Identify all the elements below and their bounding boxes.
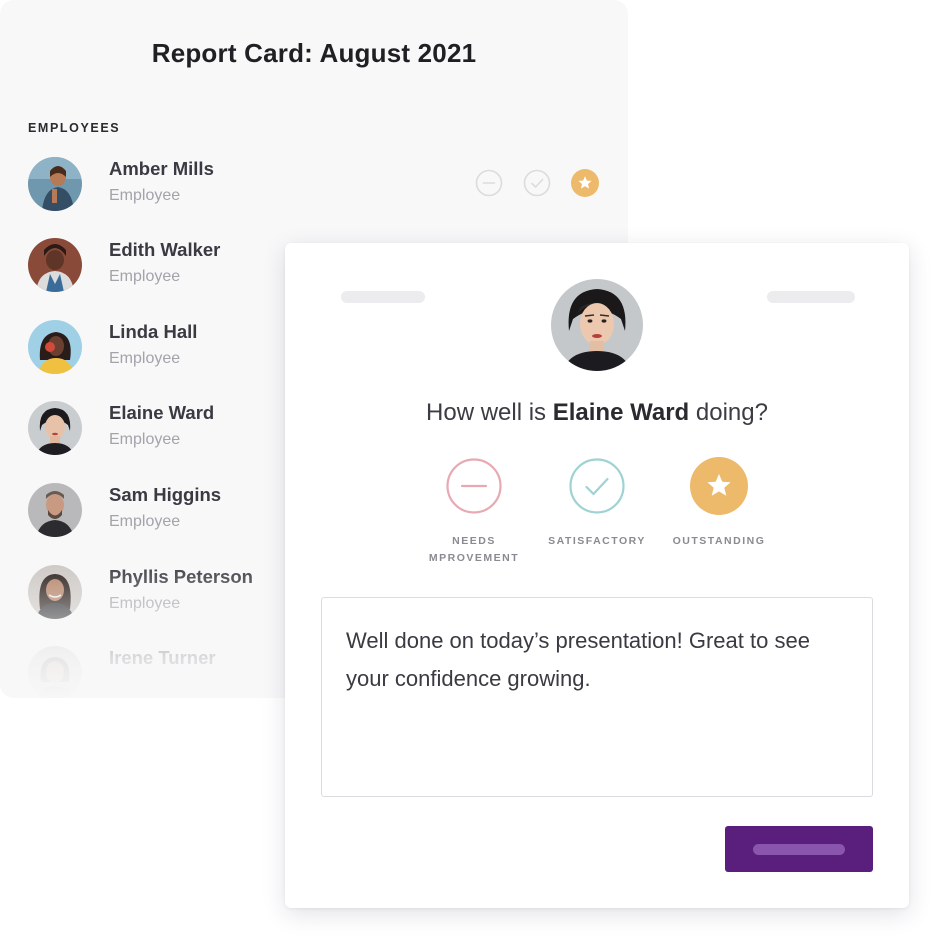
employee-name: Irene Turner <box>109 647 216 668</box>
employee-name: Edith Walker <box>109 239 221 260</box>
review-avatar <box>551 279 643 371</box>
avatar <box>28 157 82 211</box>
rating-label: OUTSTANDING <box>649 533 789 550</box>
question-employee-name: Elaine Ward <box>552 399 690 426</box>
avatar <box>28 401 82 455</box>
rating-label: NEEDS MPROVEMENT <box>404 533 544 567</box>
question-prefix: How well is <box>426 399 553 426</box>
placeholder-bar-right <box>767 291 855 303</box>
rating-satisfactory[interactable]: SATISFACTORY <box>537 457 657 567</box>
rating-label-line: SATISFACTORY <box>548 535 646 547</box>
rating-label-line: MPROVEMENT <box>428 552 520 564</box>
row-rating-group <box>475 169 605 197</box>
report-title: Report Card: August 2021 <box>151 38 477 68</box>
employee-name: Sam Higgins <box>109 484 222 505</box>
rating-outstanding[interactable]: OUTSTANDING <box>659 457 779 567</box>
star-icon[interactable] <box>571 169 599 197</box>
avatar <box>28 483 82 537</box>
avatar <box>28 565 82 619</box>
star-icon[interactable] <box>690 457 748 515</box>
employee-name: Linda Hall <box>109 321 198 342</box>
placeholder-bar-left <box>341 291 425 303</box>
employee-name: Phyllis Peterson <box>109 566 253 587</box>
avatar <box>28 646 82 698</box>
submit-button-label-placeholder <box>753 844 845 855</box>
employees-section-label: EMPLOYEES <box>28 121 121 135</box>
minus-icon[interactable] <box>475 169 503 197</box>
review-dialog: How well is Elaine Ward doing? NEEDS MPR… <box>285 243 909 908</box>
employee-role: Employee <box>109 513 181 530</box>
check-icon[interactable] <box>568 457 626 515</box>
employee-role: Employee <box>109 595 181 612</box>
minus-icon[interactable] <box>445 457 503 515</box>
employee-row[interactable]: Amber Mills Employee <box>28 157 608 217</box>
stage: Report Card: August 2021 EMPLOYEES Amber… <box>0 0 936 950</box>
avatar <box>28 238 82 292</box>
question-suffix: doing? <box>689 399 768 426</box>
employee-name: Amber Mills <box>109 158 214 179</box>
rating-label-line: OUTSTANDING <box>672 535 766 547</box>
check-icon[interactable] <box>523 169 551 197</box>
employee-role: Employee <box>109 431 181 448</box>
employee-name: Elaine Ward <box>109 402 215 423</box>
review-question: How well is Elaine Ward doing? <box>285 399 909 427</box>
employee-role: Employee <box>109 187 181 204</box>
submit-button[interactable] <box>725 826 873 872</box>
rating-label: SATISFACTORY <box>527 533 667 550</box>
comment-textarea[interactable]: Well done on today’s presentation! Great… <box>321 597 873 797</box>
rating-needs-improvement[interactable]: NEEDS MPROVEMENT <box>414 457 534 567</box>
employee-role: Employee <box>109 350 181 367</box>
avatar <box>28 320 82 374</box>
employee-role: Employee <box>109 268 181 285</box>
rating-label-line: NEEDS <box>452 535 496 547</box>
